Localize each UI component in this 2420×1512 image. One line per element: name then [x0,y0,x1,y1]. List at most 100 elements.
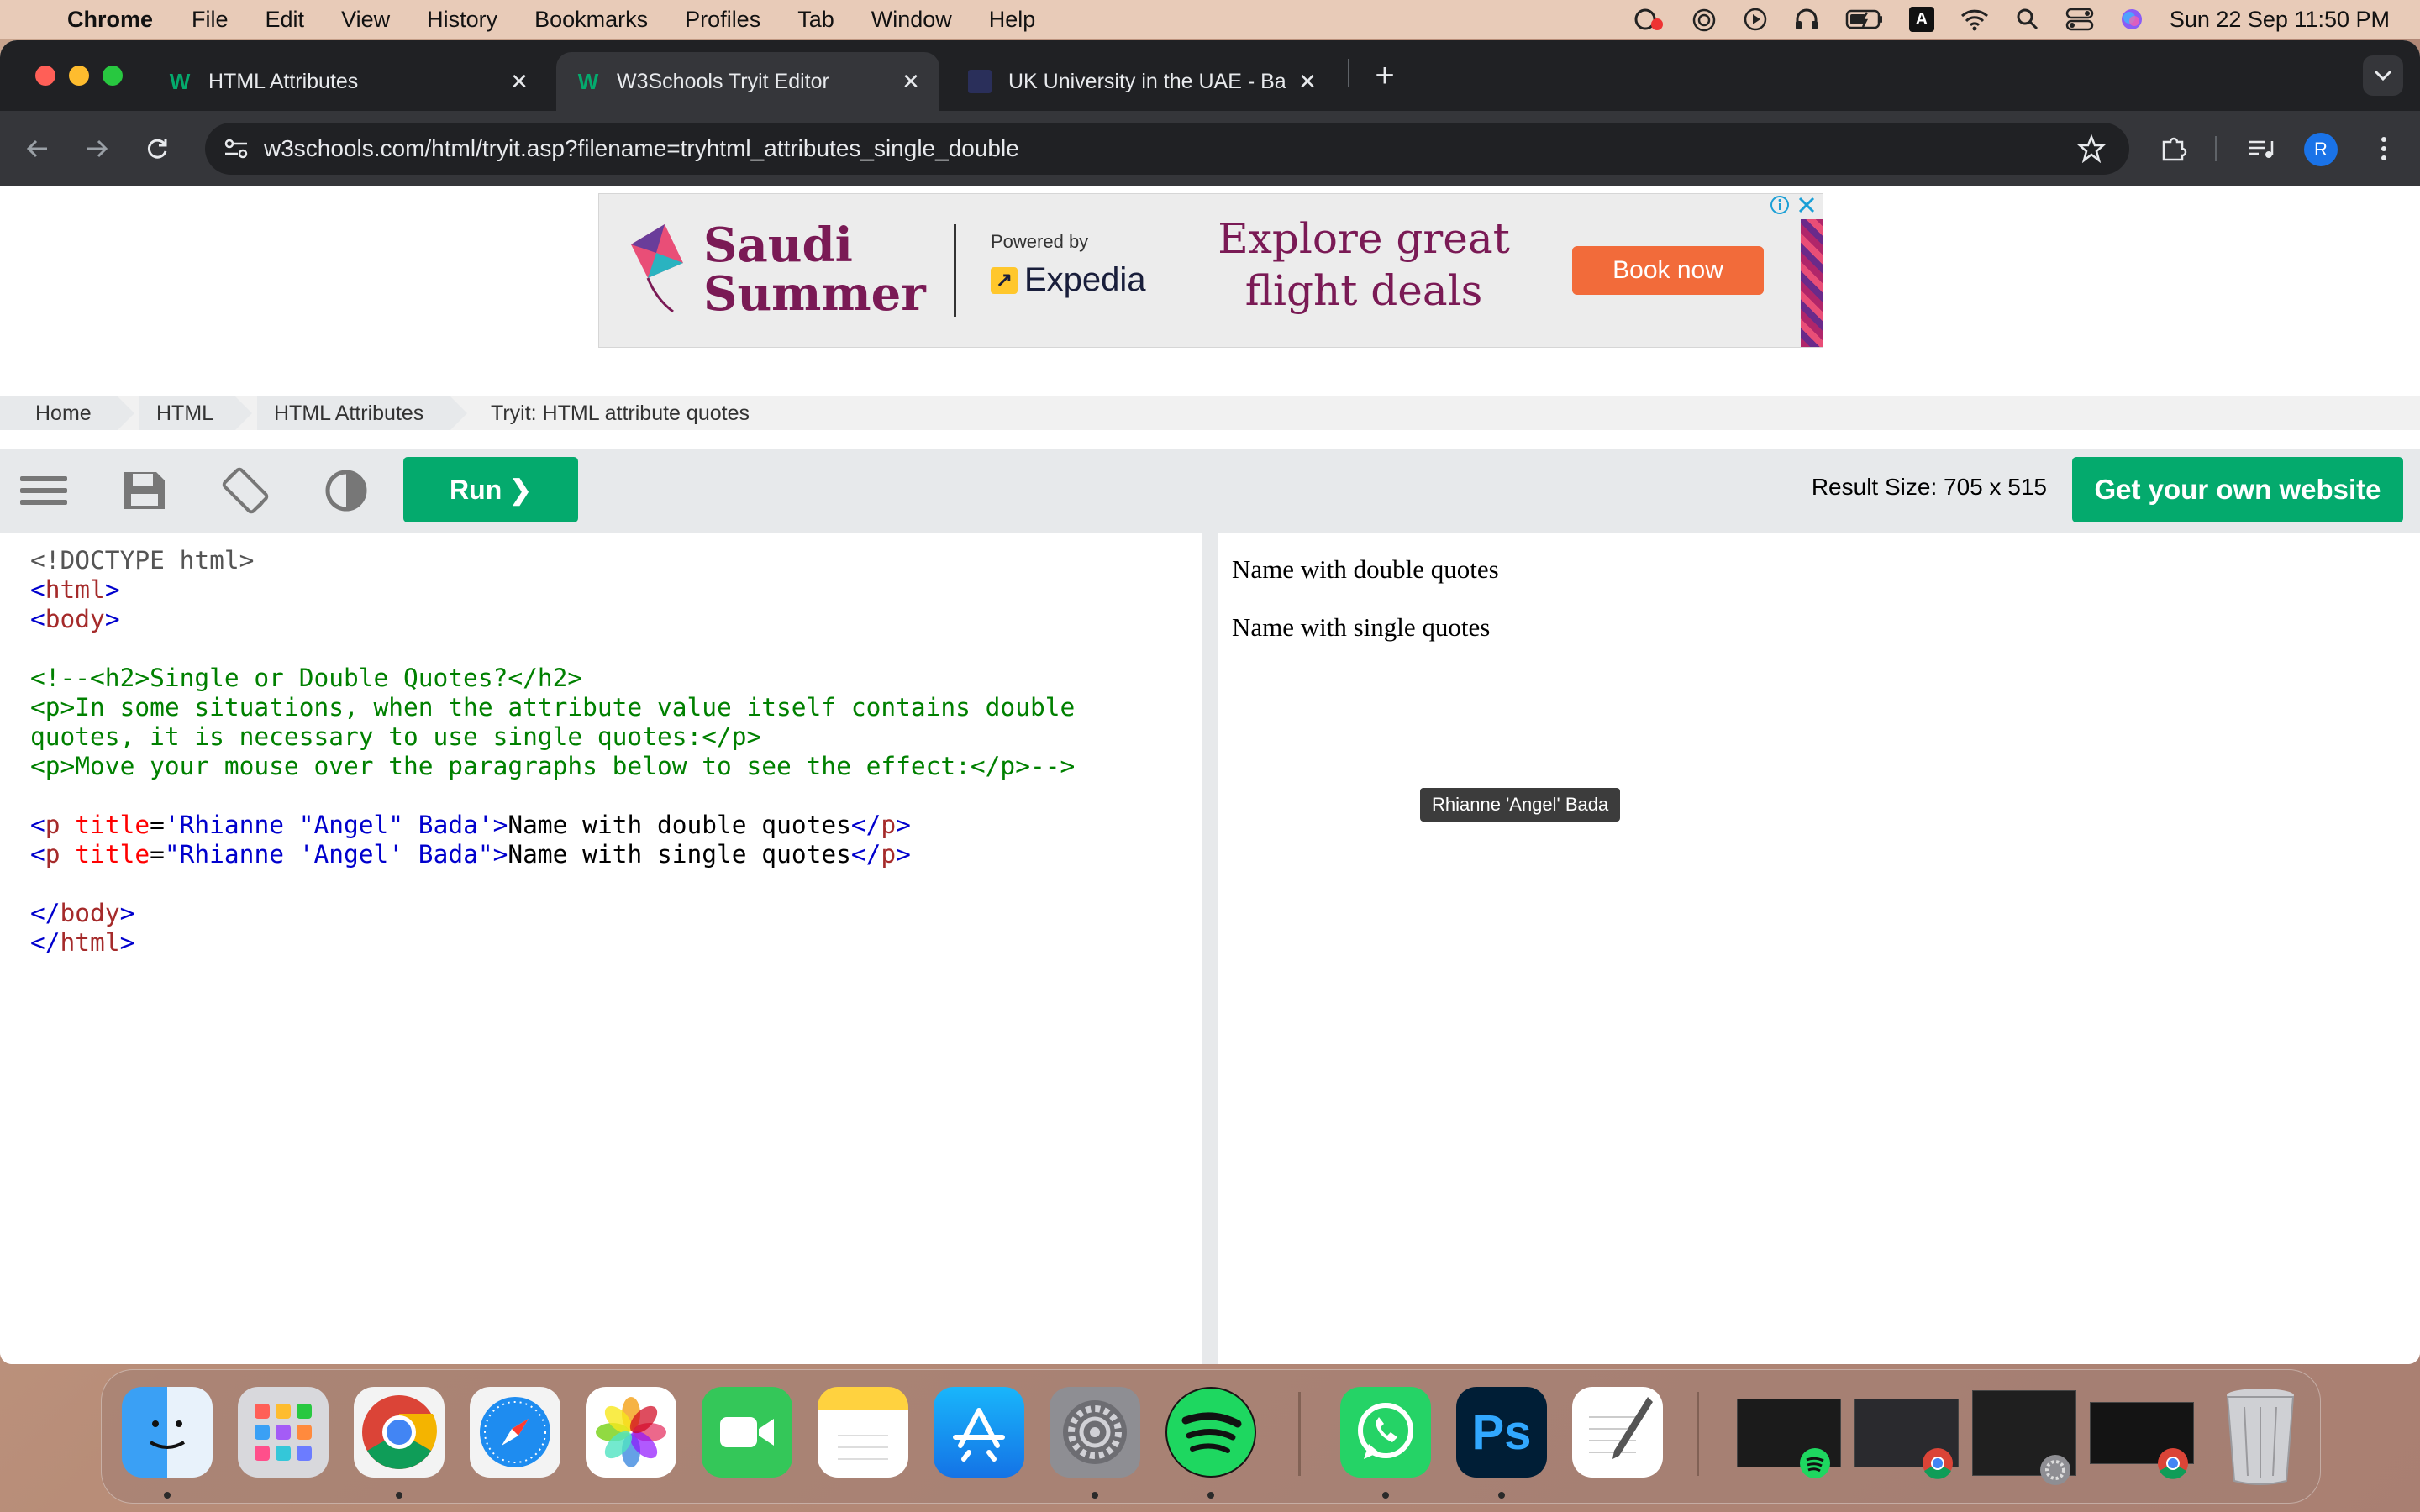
hamburger-menu-icon[interactable] [18,465,69,516]
save-icon[interactable] [119,465,170,516]
url-text[interactable]: w3schools.com/html/tryit.asp?filename=tr… [264,135,1019,162]
dock-notes[interactable] [818,1387,908,1478]
code-line: </html> [30,928,135,957]
close-icon[interactable]: ✕ [1296,69,1319,95]
menu-view[interactable]: View [341,7,390,33]
close-icon[interactable]: ✕ [899,69,923,95]
ad-book-now-button[interactable]: Book now [1572,246,1764,295]
dock-trash[interactable] [2214,1382,2307,1488]
back-button[interactable] [18,129,57,168]
wifi-icon[interactable] [1960,8,1990,31]
ad-brand-line1: Saudi [703,218,853,273]
menubar-clock[interactable]: Sun 22 Sep 11:50 PM [2170,7,2390,33]
menu-tab[interactable]: Tab [797,7,834,33]
dock-launchpad[interactable] [238,1387,329,1478]
ad-close-icon[interactable] [1796,194,1818,216]
dock-photoshop[interactable]: Ps [1456,1387,1547,1478]
tab-search-button[interactable] [2363,55,2403,96]
dock-finder[interactable] [122,1387,213,1478]
minimize-window-button[interactable] [69,66,89,86]
kite-logo-icon [631,224,683,313]
spotlight-search-icon[interactable] [2015,7,2040,32]
chrome-badge-icon [2158,1448,2188,1479]
input-source-icon[interactable]: A [1908,7,1934,32]
breadcrumb-html-attributes[interactable]: HTML Attributes [257,396,450,430]
app-store-icon [953,1408,1005,1462]
menu-app-name[interactable]: Chrome [67,7,153,33]
code-line: </body> [30,899,135,927]
dock-photos[interactable] [586,1387,676,1478]
ad-powered-by: Powered by [991,231,1089,252]
menu-window[interactable]: Window [871,7,952,33]
site-settings-icon[interactable] [224,137,249,160]
rotate-layout-icon[interactable] [220,465,271,516]
ad-info-icon[interactable] [1769,194,1791,216]
ad-brand: Saudi Summer [703,221,926,318]
dock-chrome[interactable] [354,1387,445,1478]
new-tab-button[interactable]: + [1365,55,1405,96]
menu-history[interactable]: History [427,7,497,33]
zoom-window-button[interactable] [103,66,123,86]
breadcrumb-home[interactable]: Home [0,396,118,430]
address-bar[interactable]: w3schools.com/html/tryit.asp?filename=tr… [205,123,2129,175]
tab-uk-university[interactable]: UK University in the UAE - Ba ✕ [948,52,1336,111]
tab-html-attributes[interactable]: W HTML Attributes ✕ [148,52,548,111]
pane-resize-handle[interactable] [1202,533,1218,1364]
media-controls-button[interactable] [2242,129,2281,168]
dock-textedit[interactable] [1572,1387,1663,1478]
dock-safari[interactable] [470,1387,560,1478]
ad-partner-name: Expedia [1024,261,1146,298]
dock-spotify[interactable] [1165,1387,1256,1478]
dark-mode-toggle-icon[interactable] [321,465,371,516]
chrome-menu-button[interactable] [2365,129,2403,168]
menu-profiles[interactable]: Profiles [685,7,760,33]
video-camera-icon [720,1417,774,1447]
battery-icon[interactable] [1845,8,1884,30]
play-icon[interactable] [1743,7,1768,32]
minimized-window-spotify[interactable] [1737,1399,1841,1478]
profile-avatar[interactable]: R [2304,133,2338,166]
minimized-window-chrome-1[interactable] [1854,1399,1959,1479]
tab-strip: W HTML Attributes ✕ W W3Schools Tryit Ed… [0,40,2420,111]
close-icon[interactable]: ✕ [508,69,531,95]
headphones-icon[interactable] [1793,7,1820,32]
siri-icon[interactable] [2119,7,2144,32]
menu-edit[interactable]: Edit [266,7,305,33]
breadcrumb-html[interactable]: HTML [139,396,235,430]
arrow-right-icon [87,139,108,158]
breadcrumb-arrow-icon [450,396,467,430]
code-tag: p [881,840,897,869]
menu-bookmarks[interactable]: Bookmarks [534,7,648,33]
advertisement-banner[interactable]: Saudi Summer Powered by ↗ Expedia Explor… [598,193,1823,348]
creative-cloud-icon[interactable] [1632,7,1665,32]
minimized-window-settings[interactable] [1972,1390,2076,1485]
run-button[interactable]: Run ❯ [403,457,578,522]
control-center-icon[interactable] [2065,8,2094,31]
result-paragraph-single[interactable]: Name with single quotes [1232,612,1490,643]
result-paragraph-double[interactable]: Name with double quotes [1232,554,1499,585]
menu-help[interactable]: Help [989,7,1036,33]
minimized-window-chrome-2[interactable] [2090,1402,2194,1479]
result-size-label: Result Size: 705 x 515 [1811,474,2047,500]
code-tag: p [45,811,60,839]
dock-facetime[interactable] [702,1387,792,1478]
running-indicator [396,1492,402,1499]
bookmark-star-icon[interactable] [2077,134,2106,163]
running-indicator [1382,1492,1389,1499]
menu-file[interactable]: File [192,7,229,33]
result-frame[interactable]: Name with double quotes Name with single… [1218,533,2403,1364]
reload-button[interactable] [138,129,176,168]
spotify-badge-icon [1800,1448,1830,1478]
close-window-button[interactable] [35,66,55,86]
dock-whatsapp[interactable] [1340,1387,1431,1478]
dock-app-store[interactable] [934,1387,1024,1478]
extensions-button[interactable] [2154,129,2193,168]
airdrop-icon[interactable] [1691,7,1718,32]
tab-w3schools-tryit-editor[interactable]: W W3Schools Tryit Editor ✕ [556,52,939,111]
code-editor[interactable]: <!DOCTYPE html> <html> <body> <!--<h2>Si… [17,533,1203,1364]
dock-system-settings[interactable] [1050,1387,1140,1478]
tab-title: W3Schools Tryit Editor [617,69,829,93]
get-your-own-website-button[interactable]: Get your own website [2072,457,2403,522]
forward-button[interactable] [77,129,116,168]
code-comment-line: quotes, it is necessary to use single qu… [30,722,762,751]
